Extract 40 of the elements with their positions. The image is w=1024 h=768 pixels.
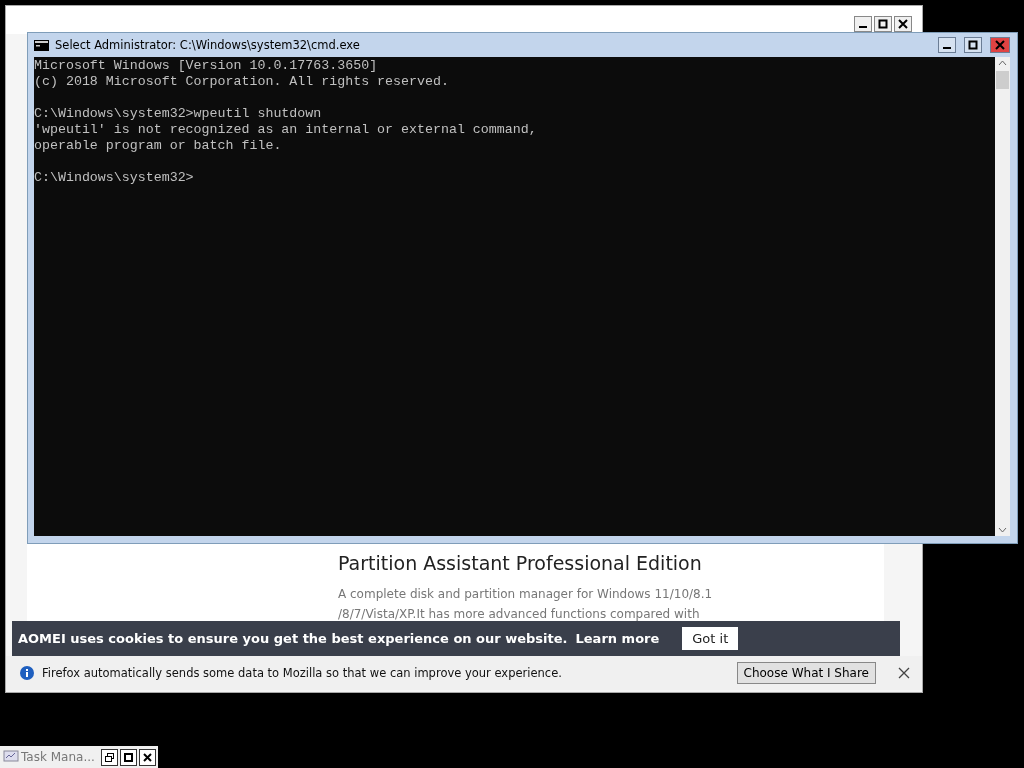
close-icon [898, 19, 908, 29]
console-line: C:\Windows\system32>wpeutil shutdown [34, 106, 322, 121]
console-line: (c) 2018 Microsoft Corporation. All rights reserved. [34, 74, 449, 89]
close-icon[interactable] [898, 667, 910, 679]
console-line: 'wpeutil' is not recognized as an internal or external command, [34, 122, 537, 137]
scrollbar[interactable] [995, 57, 1010, 536]
got-it-button[interactable]: Got it [682, 627, 739, 650]
restore-button[interactable] [100, 748, 118, 766]
cookie-message: AOMEI uses cookies to ensure you get the best experience on our website. [18, 631, 568, 646]
window-title: Select Administrator: C:\Windows\system32\cmd.exe [55, 38, 360, 52]
close-button[interactable] [138, 748, 156, 766]
close-icon [142, 752, 152, 762]
choose-share-button[interactable]: Choose What I Share [736, 662, 876, 684]
window-label: Task Mana... [21, 750, 95, 764]
learn-more-link[interactable]: Learn more [575, 631, 660, 646]
minimize-icon [943, 47, 951, 49]
info-icon [20, 666, 34, 680]
maximize-icon [123, 752, 133, 762]
product-description: /8/7/Vista/XP.It has more advanced functions compared with [338, 606, 701, 623]
close-icon [995, 40, 1005, 50]
scroll-thumb[interactable] [996, 71, 1009, 89]
console-line: C:\Windows\system32> [34, 170, 194, 185]
minimize-icon [859, 26, 867, 28]
product-title: Partition Assistant Professional Edition [338, 552, 703, 574]
maximize-button[interactable] [874, 16, 892, 32]
console-line: operable program or batch file. [34, 138, 282, 153]
restore-icon [104, 752, 114, 762]
maximize-button[interactable] [119, 748, 137, 766]
minimize-button[interactable] [854, 16, 872, 32]
minimized-window[interactable]: Task Mana... [0, 746, 158, 768]
product-description: A complete disk and partition manager for Windows 11/10/8.1 [338, 586, 713, 603]
console-line: Microsoft Windows [Version 10.0.17763.3650] [34, 58, 378, 73]
console-icon [34, 39, 49, 51]
minimize-button[interactable] [938, 37, 956, 53]
monitor-icon [3, 750, 19, 764]
maximize-icon [968, 40, 978, 50]
maximize-button[interactable] [964, 37, 982, 53]
maximize-icon [878, 19, 888, 29]
notification-message: Firefox automatically sends some data to Mozilla so that we can improve your experience. [42, 666, 563, 680]
close-button[interactable] [894, 16, 912, 32]
